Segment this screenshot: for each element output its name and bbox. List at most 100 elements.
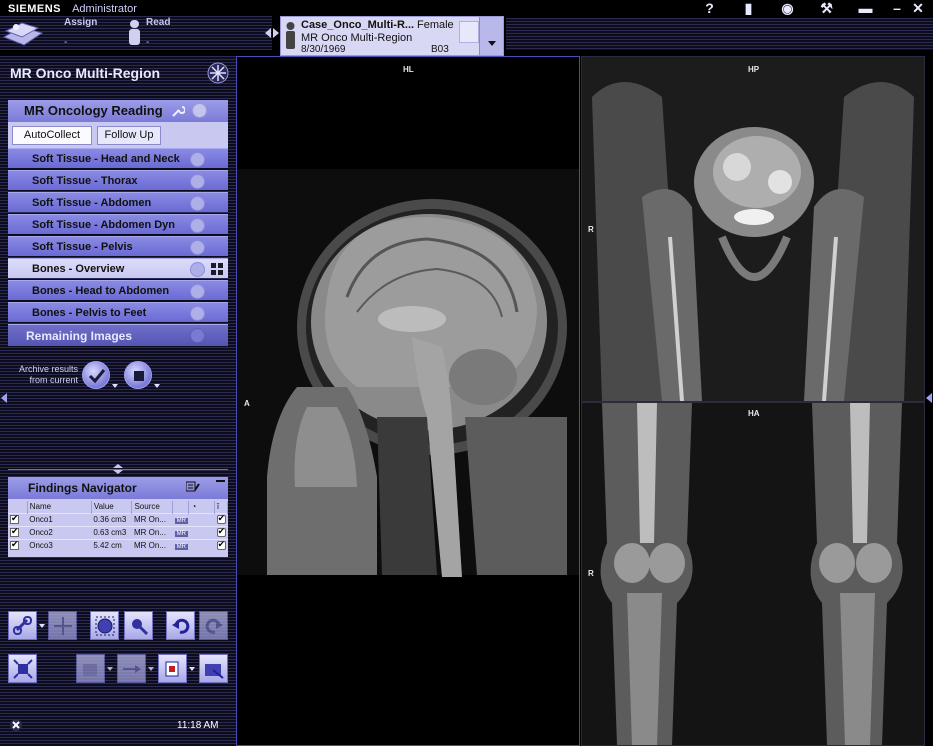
stage-expand-arrow[interactable] xyxy=(273,28,279,38)
patient-dropdown-button[interactable] xyxy=(479,17,503,55)
snapshot-button[interactable] xyxy=(158,654,195,683)
step-soft-tissue-abdomen-dyn[interactable]: Soft Tissue - Abdomen Dyn xyxy=(8,214,228,234)
resize-arrows-icon[interactable] xyxy=(112,464,124,474)
minimize-icon[interactable]: – xyxy=(885,0,909,16)
chevron-down-icon[interactable] xyxy=(189,667,195,671)
orientation-left-label: A xyxy=(244,399,250,408)
row-action[interactable] xyxy=(214,538,228,552)
redo-button[interactable] xyxy=(199,611,228,640)
tab-autocollect[interactable]: AutoCollect xyxy=(12,126,92,145)
col-name[interactable]: Name xyxy=(27,501,92,513)
row-check[interactable] xyxy=(8,512,28,526)
expand-right-arrow[interactable] xyxy=(926,393,932,403)
step-soft-tissue-pelvis[interactable]: Soft Tissue - Pelvis xyxy=(8,236,228,256)
row-source: MR On... xyxy=(131,538,173,552)
lesion-tool-button[interactable] xyxy=(124,611,153,640)
step-status-icon xyxy=(190,262,205,277)
stage-read-label: Read xyxy=(146,17,171,28)
step-soft-tissue-thorax[interactable]: Soft Tissue - Thorax xyxy=(8,170,228,190)
wrench-icon[interactable]: ⚒ xyxy=(807,0,846,16)
row-status xyxy=(188,525,215,539)
panel-splitter[interactable] xyxy=(8,464,228,474)
chevron-down-icon[interactable] xyxy=(148,667,154,671)
filter-button[interactable] xyxy=(76,654,113,683)
viewport-coronal-legs[interactable]: HA R xyxy=(581,402,925,746)
checkbox[interactable] xyxy=(10,527,19,538)
chevron-down-icon[interactable] xyxy=(154,384,160,388)
orientation-left-label: R xyxy=(588,569,594,578)
link-button[interactable] xyxy=(8,611,45,640)
table-row[interactable]: Onco1 0.36 cm3 MR On... MR xyxy=(8,512,228,526)
chevron-down-icon[interactable] xyxy=(107,667,113,671)
pan-button[interactable] xyxy=(48,611,77,640)
patient-list-button[interactable] xyxy=(0,17,48,49)
col-value[interactable]: Value xyxy=(91,501,133,513)
person-icon xyxy=(129,20,139,45)
findings-options-icon[interactable] xyxy=(186,481,200,493)
checkbox[interactable] xyxy=(10,540,19,551)
workflow-title: MR Onco Multi-Region xyxy=(10,65,161,81)
step-remaining-images[interactable]: Remaining Images xyxy=(8,324,228,346)
lesion-icon[interactable] xyxy=(216,540,226,551)
step-bones-head-to-abdomen[interactable]: Bones - Head to Abdomen xyxy=(8,280,228,300)
archive-accept-button[interactable] xyxy=(82,361,118,389)
close-icon[interactable]: ✕ xyxy=(909,0,927,16)
chevron-down-icon[interactable] xyxy=(39,624,45,628)
briefcase-icon[interactable]: ▬ xyxy=(846,0,885,16)
user-name: Administrator xyxy=(72,3,137,15)
compare-button[interactable] xyxy=(117,654,154,683)
reading-title: MR Oncology Reading xyxy=(24,103,163,118)
fit-view-button[interactable] xyxy=(8,654,37,683)
table-row[interactable]: Onco3 5.42 cm MR On... MR xyxy=(8,538,228,552)
help-icon[interactable]: ? xyxy=(690,0,729,16)
roi-button[interactable] xyxy=(90,611,119,640)
stage-assign[interactable]: Assign - xyxy=(44,17,140,49)
close-icon[interactable] xyxy=(10,719,22,731)
step-bones-pelvis-to-feet[interactable]: Bones - Pelvis to Feet xyxy=(8,302,228,322)
collapse-left-arrow[interactable] xyxy=(1,393,7,403)
archive-section: Archive results from current xyxy=(10,361,220,397)
wrench-icon[interactable] xyxy=(171,104,185,118)
chevron-down-icon[interactable] xyxy=(112,384,118,388)
row-modality: MR xyxy=(172,525,189,539)
phone-icon[interactable]: ▮ xyxy=(729,0,768,16)
row-check[interactable] xyxy=(8,538,28,552)
stage-read[interactable]: Read - xyxy=(126,17,206,49)
checkbox[interactable] xyxy=(10,514,19,525)
modality-tag: MR xyxy=(174,531,188,537)
step-soft-tissue-abdomen[interactable]: Soft Tissue - Abdomen xyxy=(8,192,228,212)
row-check[interactable] xyxy=(8,525,28,539)
row-value: 0.36 cm3 xyxy=(91,512,132,526)
row-value: 5.42 cm xyxy=(91,538,132,552)
collapse-icon[interactable] xyxy=(216,480,225,482)
step-bones-overview[interactable]: Bones - Overview xyxy=(8,258,228,278)
patient-tab[interactable]: Case_Onco_Multi-R... Female MR Onco Mult… xyxy=(280,16,504,56)
globe-icon[interactable]: ◉ xyxy=(768,0,807,16)
workflow-star-icon[interactable] xyxy=(207,62,229,84)
patient-name: Case_Onco_Multi-R... xyxy=(301,19,415,31)
reading-card: MR Oncology Reading AutoCollect Follow U… xyxy=(8,100,228,348)
viewport-coronal-pelvis[interactable]: HP R xyxy=(581,56,925,402)
col-status: ◔ xyxy=(188,501,216,513)
archive-label-line2: from current xyxy=(29,375,78,385)
stage-collapse-arrow[interactable] xyxy=(265,28,271,38)
step-status-icon xyxy=(190,152,205,167)
archive-label-line1: Archive results xyxy=(18,364,78,374)
mri-sagittal-head-image xyxy=(237,169,579,577)
row-action[interactable] xyxy=(214,512,228,526)
left-panel: MR Onco Multi-Region MR Oncology Reading… xyxy=(0,56,236,746)
row-action[interactable] xyxy=(214,525,228,539)
col-source[interactable]: Source xyxy=(131,501,174,513)
viewport-sagittal-head[interactable]: HL A xyxy=(236,56,580,746)
tab-follow-up[interactable]: Follow Up xyxy=(97,126,161,145)
lesion-icon[interactable] xyxy=(216,527,226,538)
layout-grid-icon[interactable] xyxy=(211,263,223,275)
table-row[interactable]: Onco2 0.63 cm3 MR On... MR xyxy=(8,525,228,539)
lesion-icon[interactable] xyxy=(216,514,226,525)
step-soft-tissue-head-neck[interactable]: Soft Tissue - Head and Neck xyxy=(8,148,228,168)
archive-stop-button[interactable] xyxy=(124,361,160,389)
export-button[interactable] xyxy=(199,654,228,683)
undo-button[interactable] xyxy=(166,611,195,640)
patient-sex: Female xyxy=(417,19,454,31)
row-status xyxy=(188,512,215,526)
